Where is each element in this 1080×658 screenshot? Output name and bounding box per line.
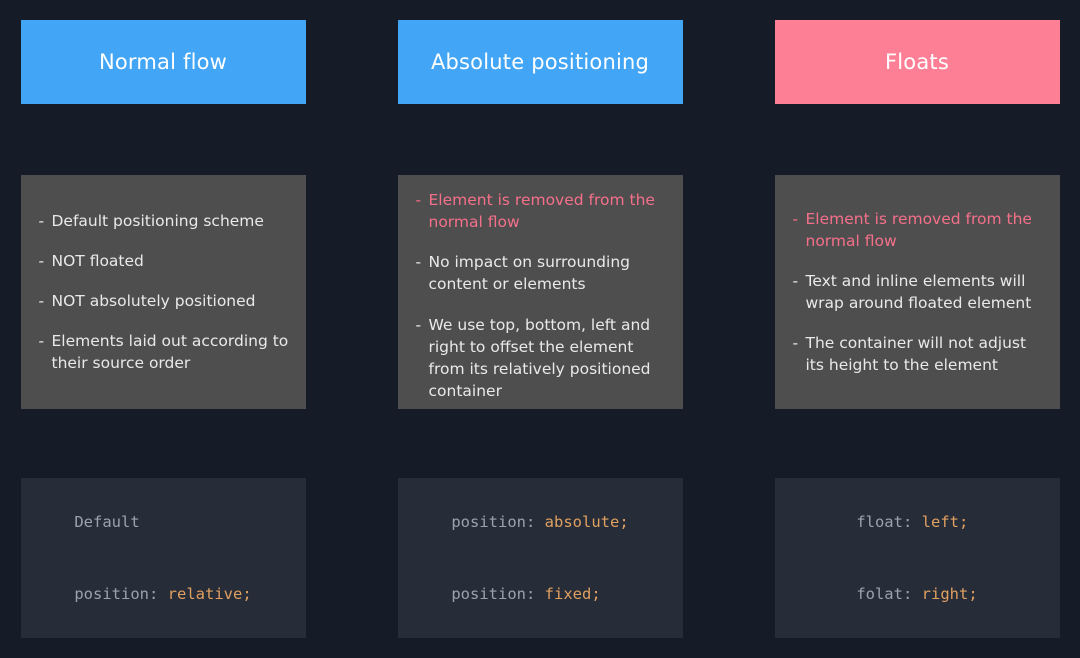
code-property: position (74, 585, 149, 604)
code-property: folat (856, 585, 903, 604)
code-property: position (451, 585, 526, 604)
bullet-dash-icon: - (792, 271, 799, 290)
bullet-dash-icon: - (792, 209, 799, 228)
code-value: relative (167, 585, 243, 604)
bullet-dash-icon: - (38, 332, 45, 351)
code-semicolon: ; (242, 585, 252, 604)
bullet-text: No impact on surrounding content or elem… (428, 253, 630, 294)
list-item: - We use top, bottom, left and right to … (416, 314, 667, 403)
bullet-dash-icon: - (38, 211, 45, 230)
bullet-text: We use top, bottom, left and right to of… (428, 315, 651, 401)
code-semicolon: ; (619, 512, 629, 531)
bullet-dash-icon: - (38, 291, 45, 310)
bullet-card-floats: - Element is removed from the normal flo… (774, 175, 1060, 409)
code-colon: : (525, 585, 545, 604)
code-value: left (921, 512, 959, 531)
bullet-text: Default positioning scheme (51, 211, 264, 230)
bullet-list-normal-flow: - Default positioning scheme - NOT float… (39, 210, 290, 375)
bullet-card-normal-flow: - Default positioning scheme - NOT float… (20, 175, 306, 409)
code-line: position: fixed; (451, 582, 628, 606)
code-property: float (856, 512, 903, 531)
positioning-comparison-board: Normal flow - Default positioning scheme… (0, 0, 1080, 658)
bullet-dash-icon: - (415, 253, 422, 272)
code-card-normal-flow: Default position: relative; (20, 478, 306, 638)
code-block-normal-flow: Default position: relative; (74, 462, 251, 654)
code-line: Default (74, 510, 251, 534)
list-item: - Element is removed from the normal flo… (416, 189, 667, 233)
header-title-normal-flow: Normal flow (98, 49, 228, 74)
code-card-floats: float: left; folat: right; (774, 478, 1060, 638)
code-line: position: relative; (74, 582, 251, 606)
code-value: absolute (544, 512, 620, 531)
code-property: Default (74, 512, 140, 531)
list-item: - Elements laid out according to their s… (39, 330, 290, 374)
bullet-text: Element is removed from the normal flow (428, 191, 655, 232)
code-colon: : (902, 585, 922, 604)
list-item: - Default positioning scheme (39, 210, 290, 232)
list-item: - NOT floated (39, 250, 290, 272)
header-title-absolute-positioning: Absolute positioning (430, 49, 650, 74)
bullet-dash-icon: - (38, 251, 45, 270)
header-card-floats: Floats (774, 20, 1060, 104)
code-value: right (921, 585, 969, 604)
code-semicolon: ; (958, 512, 969, 531)
bullet-text: Element is removed from the normal flow (805, 209, 1032, 250)
bullet-card-absolute-positioning: - Element is removed from the normal flo… (397, 175, 683, 409)
bullet-text: NOT floated (51, 251, 144, 270)
list-item: - NOT absolutely positioned (39, 290, 290, 312)
code-semicolon: ; (968, 585, 978, 604)
bullet-list-absolute-positioning: - Element is removed from the normal flo… (416, 189, 667, 402)
header-card-absolute-positioning: Absolute positioning (397, 20, 683, 104)
code-value: fixed (544, 585, 592, 604)
list-item: - No impact on surrounding content or el… (416, 251, 667, 295)
code-block-floats: float: left; folat: right; (856, 462, 977, 654)
bullet-text: Text and inline elements will wrap aroun… (805, 271, 1032, 312)
header-title-floats: Floats (884, 49, 949, 74)
code-line: folat: right; (856, 582, 977, 606)
code-line: float: left; (856, 510, 977, 534)
bullet-dash-icon: - (792, 334, 799, 353)
bullet-dash-icon: - (415, 315, 422, 334)
code-property: position (451, 512, 526, 531)
code-semicolon: ; (591, 585, 601, 604)
list-item: - The container will not adjust its heig… (793, 332, 1044, 376)
list-item: - Text and inline elements will wrap aro… (793, 270, 1044, 314)
list-item: - Element is removed from the normal flo… (793, 208, 1044, 252)
code-card-absolute-positioning: position: absolute; position: fixed; (397, 478, 683, 638)
code-colon: : (525, 512, 545, 531)
bullet-text: The container will not adjust its height… (805, 334, 1027, 375)
bullet-text: NOT absolutely positioned (51, 291, 256, 310)
code-block-absolute-positioning: position: absolute; position: fixed; (451, 462, 628, 654)
bullet-list-floats: - Element is removed from the normal flo… (793, 208, 1044, 377)
code-colon: : (902, 512, 922, 531)
bullet-text: Elements laid out according to their sou… (51, 332, 289, 373)
header-card-normal-flow: Normal flow (20, 20, 306, 104)
code-colon: : (148, 585, 168, 604)
bullet-dash-icon: - (415, 191, 422, 209)
code-line: position: absolute; (451, 510, 628, 534)
